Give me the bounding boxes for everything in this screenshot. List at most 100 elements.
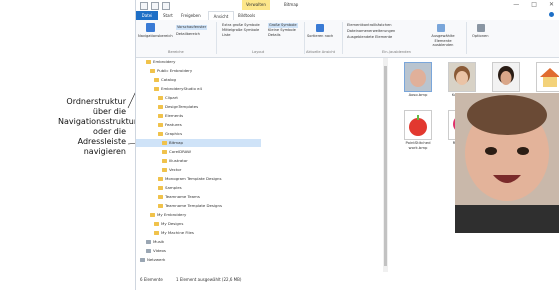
- nav-item-label: Netzwerk: [147, 257, 166, 262]
- preview-photo: [455, 93, 559, 233]
- item-checkboxes-toggle[interactable]: Elementkontrollkästchen: [347, 23, 392, 28]
- minimize-button[interactable]: —: [513, 1, 519, 9]
- help-icon[interactable]: [549, 12, 554, 17]
- file-extensions-toggle[interactable]: Dateinamenerweiterungen: [347, 29, 395, 34]
- nav-item-label: Catalog: [161, 77, 176, 82]
- folder-icon: [158, 194, 163, 199]
- details-pane-button[interactable]: Detailbereich: [176, 32, 200, 37]
- group-show-hide-label: Ein-/ausblenden: [382, 50, 411, 54]
- status-bar: 6 Elemente 1 Element ausgewählt (22,6 MB…: [136, 272, 559, 290]
- navigation-pane: Embroidery Public Embroidery Catalog Embroi…: [136, 58, 261, 272]
- nav-item-label: Bitmap: [169, 140, 183, 145]
- nav-item[interactable]: Samples: [136, 184, 261, 192]
- baby-photo-thumbnail: [404, 62, 432, 92]
- folder-icon: [150, 68, 155, 73]
- nav-item[interactable]: DesignTemplates: [136, 103, 261, 111]
- nav-item-label: Vector: [169, 167, 182, 172]
- nav-item-label: Features: [165, 122, 182, 127]
- file-item[interactable]: PointStitched work.bmp: [401, 110, 435, 150]
- folder-icon: [154, 86, 159, 91]
- nav-item[interactable]: Clipart: [136, 94, 261, 102]
- nav-item[interactable]: Vector: [136, 166, 261, 174]
- view-medium-icons[interactable]: Mittelgroße Symbole: [222, 28, 259, 33]
- video-icon: [146, 248, 151, 253]
- view-extra-large-icons[interactable]: Extra große Symbole: [222, 23, 260, 28]
- nav-item[interactable]: Teamname Template Designs: [136, 202, 261, 210]
- folder-icon: [158, 176, 163, 181]
- sort-by-button[interactable]: Sortieren nach: [307, 34, 333, 39]
- window-title: Bitmap: [284, 2, 299, 7]
- nav-item[interactable]: Musik: [136, 238, 261, 246]
- nav-item[interactable]: Public Embroidery: [136, 67, 261, 75]
- status-item-count: 6 Elemente: [140, 277, 163, 282]
- folder-icon: [162, 140, 167, 145]
- nav-item[interactable]: My Machine Files: [136, 229, 261, 237]
- nav-item[interactable]: Elements: [136, 112, 261, 120]
- nav-item[interactable]: Monogram Template Designs: [136, 175, 261, 183]
- nav-item-label: DesignTemplates: [165, 104, 199, 109]
- nav-item[interactable]: My Designs: [136, 220, 261, 228]
- tab-share[interactable]: Freigeben: [181, 11, 201, 20]
- view-small-icons[interactable]: Kleine Symbole: [268, 28, 296, 33]
- nav-item[interactable]: CorelDRAW: [136, 148, 261, 156]
- folder-icon: [158, 131, 163, 136]
- group-current-view-label: Aktuelle Ansicht: [306, 50, 336, 54]
- nav-item[interactable]: Videos: [136, 247, 261, 255]
- close-button[interactable]: ✕: [549, 1, 554, 9]
- nav-item-label: Graphics: [165, 131, 183, 136]
- nav-item[interactable]: Features: [136, 121, 261, 129]
- nav-item[interactable]: My Embroidery: [136, 211, 261, 219]
- folder-icon: [162, 149, 167, 154]
- navigation-pane-icon[interactable]: [146, 23, 155, 32]
- nav-item-label: CorelDRAW: [169, 149, 191, 154]
- status-selection: 1 Element ausgewählt (22,6 MB): [176, 277, 242, 282]
- music-icon: [146, 239, 151, 244]
- file-item[interactable]: Aoso.bmp: [401, 62, 435, 98]
- hide-selected-button[interactable]: Ausgewählte Elemente ausblenden: [424, 34, 462, 48]
- group-panes-label: Bereiche: [168, 50, 184, 54]
- nav-item[interactable]: Teamname Teams: [136, 193, 261, 201]
- quick-access-toolbar[interactable]: [140, 2, 170, 10]
- options-button[interactable]: Optionen: [472, 34, 488, 39]
- nav-item[interactable]: Illustrator: [136, 157, 261, 165]
- nav-item-label: My Embroidery: [157, 212, 187, 217]
- options-icon[interactable]: [477, 24, 485, 32]
- view-details[interactable]: Details: [268, 33, 280, 38]
- folder-icon: [154, 221, 159, 226]
- folder-icon: [158, 185, 163, 190]
- nav-item[interactable]: EmbroideryStudio e4: [136, 85, 261, 93]
- folder-icon: [158, 95, 163, 100]
- nav-item[interactable]: Bitmap: [136, 139, 261, 147]
- hide-selected-icon[interactable]: [437, 24, 445, 32]
- nav-item-label: Illustrator: [169, 158, 188, 163]
- tab-start[interactable]: Start: [163, 11, 173, 20]
- folder-icon: [158, 203, 163, 208]
- hidden-items-toggle[interactable]: Ausgeblendete Elemente: [347, 35, 392, 40]
- tab-picture-tools[interactable]: Bildtools: [238, 11, 255, 20]
- folder-icon: [154, 230, 159, 235]
- folder-icon: [162, 167, 167, 172]
- maximize-button[interactable]: □: [531, 1, 537, 9]
- nav-item[interactable]: Graphics: [136, 130, 261, 138]
- nav-item[interactable]: Catalog: [136, 76, 261, 84]
- nav-item[interactable]: Embroidery: [136, 58, 261, 66]
- folder-icon: [150, 212, 155, 217]
- tab-file[interactable]: Datei: [136, 11, 158, 20]
- network-icon: [140, 257, 145, 262]
- apple-drawing-thumbnail: [404, 110, 432, 140]
- nav-item[interactable]: Netzwerk: [136, 256, 261, 264]
- preview-pane-button[interactable]: Vorschaufenster: [176, 25, 208, 30]
- context-tab-manage[interactable]: Verwalten: [242, 0, 270, 10]
- house-drawing-thumbnail: [536, 62, 559, 92]
- group-layout-label: Layout: [252, 50, 265, 54]
- nav-item-label: Teamname Template Designs: [165, 203, 222, 208]
- title-bar: Verwalten Bitmap — □ ✕: [136, 0, 559, 11]
- view-large-icons[interactable]: Große Symbole: [268, 23, 298, 28]
- sort-icon[interactable]: [316, 24, 324, 32]
- nav-item-label: Embroidery: [153, 59, 176, 64]
- nav-item-label: My Machine Files: [161, 230, 194, 235]
- view-list[interactable]: Liste: [222, 33, 231, 38]
- nav-scrollbar[interactable]: [383, 58, 388, 272]
- nav-pane-button[interactable]: Navigationsbereich: [138, 34, 173, 39]
- nav-item-label: Public Embroidery: [157, 68, 193, 73]
